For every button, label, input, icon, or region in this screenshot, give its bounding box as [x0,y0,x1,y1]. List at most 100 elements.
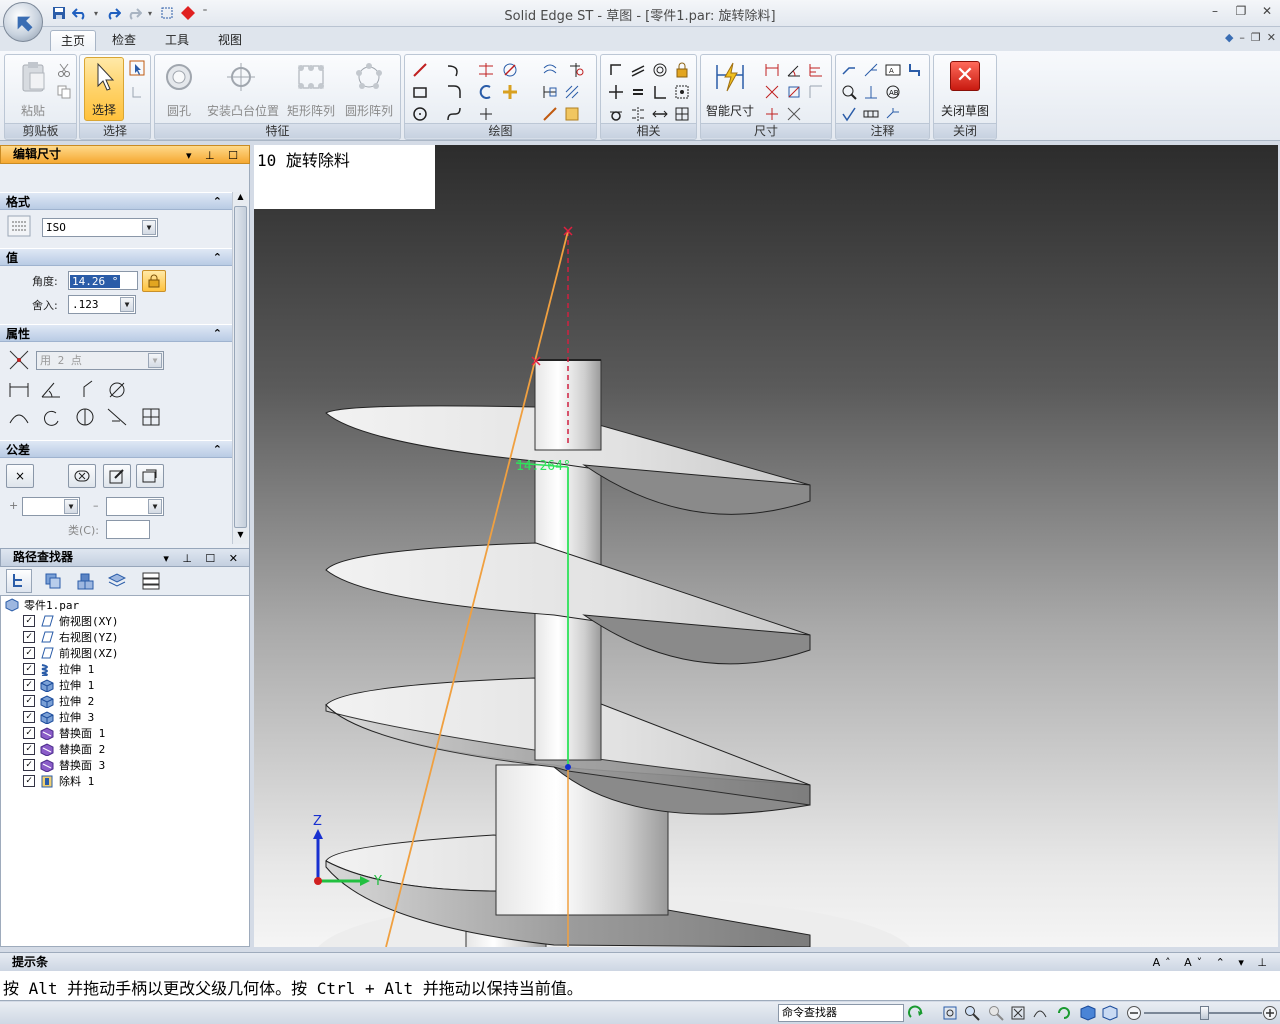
linear-dim-type-icon[interactable] [6,377,32,401]
tree-item[interactable]: ✓ 拉伸 2 [23,693,94,709]
select-button[interactable]: 选择 [84,57,124,121]
panel-controls[interactable]: ▾ ⊥ ☐ [186,147,243,164]
application-button[interactable] [3,2,43,42]
scroll-thumb[interactable] [234,206,247,528]
tree-item[interactable]: ✓ 拉伸 1 [23,661,94,677]
visibility-checkbox[interactable]: ✓ [23,647,35,659]
collinear-icon[interactable] [651,105,669,123]
part-structure-icon[interactable] [72,569,98,593]
tab-view[interactable]: 视图 [208,30,252,51]
text-box-icon[interactable]: A [884,61,902,79]
project-icon[interactable] [567,61,585,79]
rigid-set-icon[interactable] [673,83,691,101]
unit-tolerance-button[interactable] [103,464,131,488]
display-mode-icon[interactable] [1102,1005,1118,1021]
arc-angle-type-icon[interactable] [38,405,64,429]
command-finder-input[interactable]: 命令查找器 [778,1004,904,1022]
trim-icon[interactable] [477,61,495,79]
feature-tree-icon[interactable] [6,569,32,593]
dimension-axis-icon[interactable] [785,105,803,123]
circ-pattern-button[interactable]: 圆形阵列 [345,57,393,121]
weld-symbol-icon[interactable] [862,83,880,101]
datum-target-icon[interactable] [884,105,902,123]
scale-icon[interactable] [541,105,559,123]
select-tool-icon[interactable] [128,59,146,77]
circle-icon[interactable] [411,105,429,123]
lock-dimension-toggle[interactable] [142,270,166,292]
basic-tolerance-button[interactable] [68,464,96,488]
diameter-dim-type-icon[interactable] [104,377,130,401]
surface-texture-icon[interactable] [840,83,858,101]
symmetric-icon[interactable] [629,105,647,123]
visibility-checkbox[interactable]: ✓ [23,679,35,691]
include-icon[interactable] [541,83,559,101]
doc-close-icon[interactable]: ✕ [1267,31,1276,44]
zoom-minus-icon[interactable] [1126,1005,1142,1021]
scroll-up-icon[interactable]: ▲ [234,192,247,206]
tree-item[interactable]: ✓ 右视图(YZ) [23,629,119,645]
dimension-style-icon[interactable] [6,214,32,238]
layers-icon[interactable] [104,569,130,593]
cut-icon[interactable] [55,61,73,79]
assembly-icon[interactable] [40,569,66,593]
scroll-down-icon[interactable]: ▼ [234,530,247,544]
upper-tolerance-select[interactable]: ▼ [22,497,80,516]
point-icon[interactable] [477,105,495,123]
nominal-tolerance-button[interactable]: × [6,464,34,488]
hatch-icon[interactable] [563,105,581,123]
angular-dim-type-icon[interactable] [38,377,64,401]
view-cube-icon[interactable] [1080,1005,1096,1021]
parallel-icon[interactable] [629,61,647,79]
chamfer-dimension-icon[interactable] [807,83,825,101]
angle-dimension-icon[interactable] [785,61,803,79]
angular-coordinate-icon[interactable] [785,83,803,101]
visibility-checkbox[interactable]: ✓ [23,743,35,755]
distance-dimension-icon[interactable] [763,61,781,79]
prompt-bar-controls[interactable]: A˄ A˅ ⌃ ▾ ⊥ [1153,954,1272,972]
radial-dim-type-icon[interactable] [72,377,98,401]
limit-tolerance-button[interactable] [136,464,164,488]
connector-icon[interactable] [906,61,924,79]
variable-table-icon[interactable] [763,105,781,123]
copy-icon[interactable] [55,83,73,101]
zoom-slider-thumb[interactable] [1200,1006,1209,1020]
projection-dim-type-icon[interactable] [138,405,164,429]
smart-dimension-button[interactable]: 智能尺寸 [706,57,754,121]
tree-item[interactable]: ✓ 替换面 1 [23,725,105,741]
horizontal-vertical-icon[interactable] [651,83,669,101]
boss-location-button[interactable]: 安装凸台位置 [207,57,279,121]
quick-pick-icon[interactable] [128,83,146,101]
tolerance-section-header[interactable]: 公差 ⌃ [0,440,232,458]
class-input[interactable] [106,520,150,539]
graphics-viewport[interactable]: 10 旋转除料 14.264° Z Y [254,145,1278,947]
angle-dimension-value[interactable]: 14.264° [516,459,571,474]
round-off-select[interactable]: .123 ▼ [68,295,136,314]
tree-item[interactable]: ✓ 拉伸 1 [23,677,94,693]
leader-icon[interactable] [840,61,858,79]
visibility-checkbox[interactable]: ✓ [23,759,35,771]
fill-icon[interactable] [563,83,581,101]
go-icon[interactable] [908,1005,924,1021]
panel-controls[interactable]: ▾ ⊥ ☐ ✕ [163,550,243,567]
fit-icon[interactable] [1010,1005,1026,1021]
zoom-area-icon[interactable] [942,1005,958,1021]
line-icon[interactable] [411,61,429,79]
arc-length-type-icon[interactable] [6,405,32,429]
tree-item[interactable]: ✓ 前视图(XZ) [23,645,119,661]
visibility-checkbox[interactable]: ✓ [23,615,35,627]
curve-icon[interactable] [445,105,463,123]
revolved-diameter-type-icon[interactable] [72,405,98,429]
fillet-icon[interactable] [445,83,463,101]
doc-minimize-icon[interactable]: – [1239,31,1245,44]
move-icon[interactable] [501,83,519,101]
offset-icon[interactable] [477,83,495,101]
tree-item[interactable]: ✓ 拉伸 3 [23,709,94,725]
feature-control-frame-icon[interactable] [862,105,880,123]
visibility-checkbox[interactable]: ✓ [23,631,35,643]
relationship-handles-icon[interactable] [673,105,691,123]
tree-item[interactable]: ✓ 替换面 2 [23,741,105,757]
panel-scrollbar[interactable]: ▲ ▼ [232,192,248,544]
minimize-icon[interactable]: – [1208,4,1222,18]
dimension-style-select[interactable]: ISO ▼ [42,218,158,237]
tab-home[interactable]: 主页 [50,30,97,51]
